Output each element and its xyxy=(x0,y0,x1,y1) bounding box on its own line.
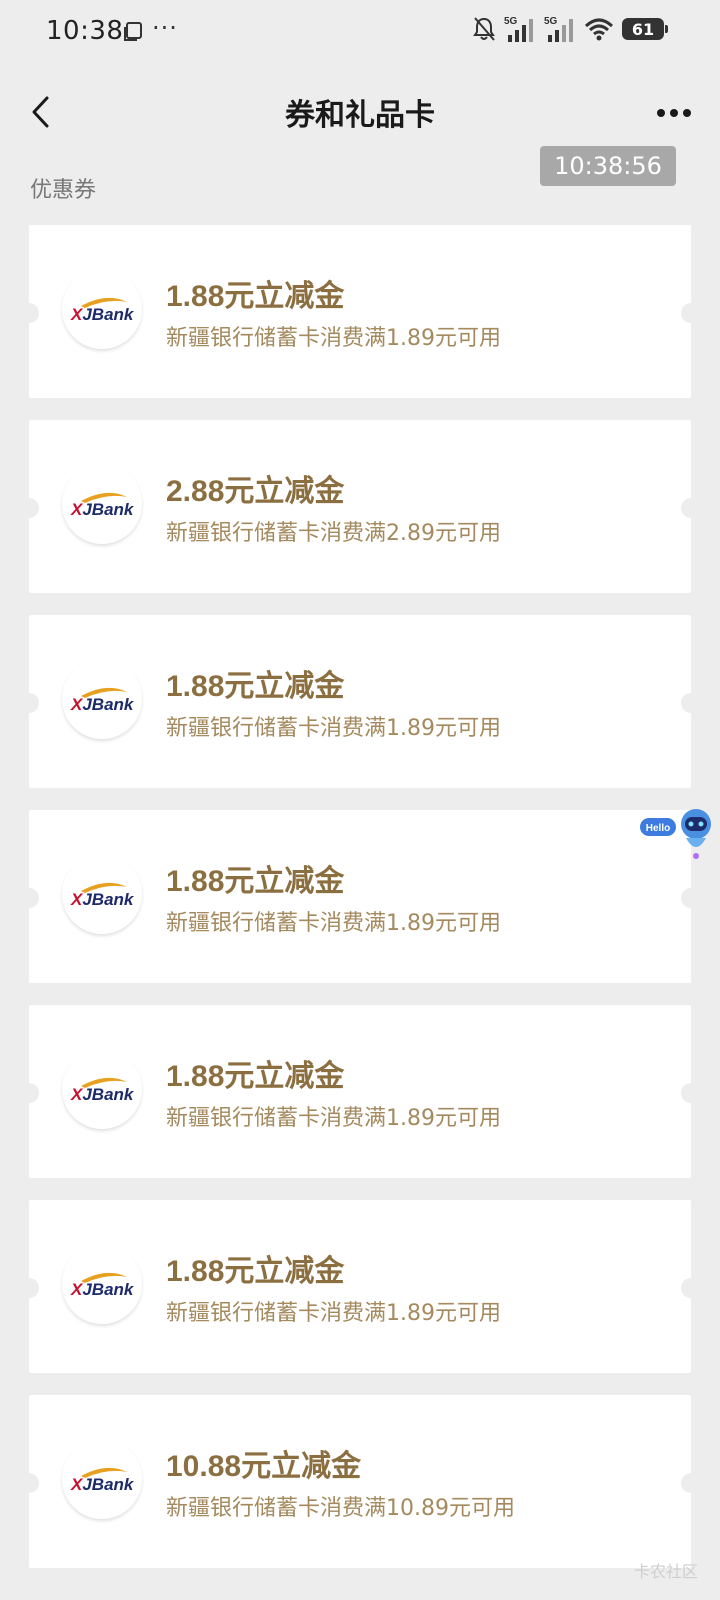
coupon-title: 1.88元立减金 xyxy=(166,670,345,703)
network-label: 5G xyxy=(544,16,558,27)
status-time: 10:38 xyxy=(46,16,124,46)
assistant-bubble-text: Hello xyxy=(646,823,670,834)
xjbank-logo-icon: XJBank xyxy=(70,297,135,324)
ticket-notch xyxy=(19,303,39,323)
xjbank-logo-icon: XJBank xyxy=(70,687,135,714)
xjbank-logo-icon: XJBank xyxy=(70,492,135,519)
timestamp-badge: 10:38:56 xyxy=(540,146,676,186)
more-button[interactable] xyxy=(654,98,694,128)
copy-icon xyxy=(124,22,142,41)
svg-text:XJBank: XJBank xyxy=(70,695,135,714)
status-indicators: 5G 5G 61 xyxy=(472,14,668,44)
ticket-notch xyxy=(19,498,39,518)
signal-bars-icon: 5G xyxy=(504,16,533,42)
status-bar: 10:38 ··· 5G 5G 61 xyxy=(0,0,720,62)
bank-logo: XJBank xyxy=(62,1049,142,1129)
svg-text:XJBank: XJBank xyxy=(70,305,135,324)
coupon-card[interactable]: XJBank 2.88元立减金 新疆银行储蓄卡消费满2.89元可用 xyxy=(19,420,701,593)
ticket-notch xyxy=(681,1278,701,1298)
coupon-description: 新疆银行储蓄卡消费满1.89元可用 xyxy=(166,326,501,351)
svg-text:XJBank: XJBank xyxy=(70,890,135,909)
ticket-notch xyxy=(681,888,701,908)
ticket-notch xyxy=(19,693,39,713)
signal-bars-icon: 5G xyxy=(544,16,573,42)
svg-text:XJBank: XJBank xyxy=(70,1085,135,1104)
xjbank-logo-icon: XJBank xyxy=(70,1077,135,1104)
ticket-notch xyxy=(19,1083,39,1103)
bank-logo: XJBank xyxy=(62,1439,142,1519)
ticket-notch xyxy=(19,1278,39,1298)
xjbank-logo-icon: XJBank xyxy=(70,1467,135,1494)
bank-logo: XJBank xyxy=(62,659,142,739)
ticket-notch xyxy=(681,1473,701,1493)
navigation-bar: 券和礼品卡 xyxy=(0,72,720,152)
xjbank-logo-icon: XJBank xyxy=(70,1272,135,1299)
ticket-notch xyxy=(19,1473,39,1493)
coupon-description: 新疆银行储蓄卡消费满1.89元可用 xyxy=(166,1301,501,1326)
coupon-description: 新疆银行储蓄卡消费满2.89元可用 xyxy=(166,521,501,546)
coupon-card[interactable]: XJBank 1.88元立减金 新疆银行储蓄卡消费满1.89元可用 xyxy=(19,615,701,788)
ticket-notch xyxy=(681,498,701,518)
ticket-notch xyxy=(681,1083,701,1103)
battery-indicator: 61 xyxy=(622,18,668,40)
ticket-notch xyxy=(681,303,701,323)
watermark: 卡农社区 xyxy=(633,1562,698,1581)
coupon-description: 新疆银行储蓄卡消费满1.89元可用 xyxy=(166,716,501,741)
coupon-title: 1.88元立减金 xyxy=(166,1255,345,1288)
coupon-description: 新疆银行储蓄卡消费满1.89元可用 xyxy=(166,1106,501,1131)
bank-logo: XJBank xyxy=(62,464,142,544)
status-more-dots: ··· xyxy=(152,14,178,42)
svg-text:XJBank: XJBank xyxy=(70,1475,135,1494)
page-title: 券和礼品卡 xyxy=(285,98,435,133)
assistant-floating-button[interactable]: Hello xyxy=(640,808,716,864)
more-dots-icon xyxy=(657,109,691,117)
coupon-title: 2.88元立减金 xyxy=(166,475,345,508)
ticket-notch xyxy=(19,888,39,908)
xjbank-logo-icon: XJBank xyxy=(70,882,135,909)
bank-logo: XJBank xyxy=(62,854,142,934)
coupon-description: 新疆银行储蓄卡消费满1.89元可用 xyxy=(166,911,501,936)
wifi-icon xyxy=(584,18,614,41)
section-title-coupons: 优惠券 xyxy=(30,178,97,203)
coupon-card[interactable]: XJBank 1.88元立减金 新疆银行储蓄卡消费满1.89元可用 xyxy=(19,225,701,398)
coupon-title: 10.88元立减金 xyxy=(166,1450,362,1483)
coupon-title: 1.88元立减金 xyxy=(166,280,345,313)
coupon-title: 1.88元立减金 xyxy=(166,1060,345,1093)
svg-text:XJBank: XJBank xyxy=(70,500,135,519)
coupon-list: XJBank 1.88元立减金 新疆银行储蓄卡消费满1.89元可用 XJBank… xyxy=(19,225,701,1590)
coupon-card[interactable]: XJBank 1.88元立减金 新疆银行储蓄卡消费满1.89元可用 xyxy=(19,810,701,983)
svg-text:XJBank: XJBank xyxy=(70,1280,135,1299)
coupon-description: 新疆银行储蓄卡消费满10.89元可用 xyxy=(166,1496,515,1521)
coupon-title: 1.88元立减金 xyxy=(166,865,345,898)
coupon-card[interactable]: XJBank 10.88元立减金 新疆银行储蓄卡消费满10.89元可用 xyxy=(19,1395,701,1568)
robot-icon: Hello xyxy=(640,809,711,859)
bank-logo: XJBank xyxy=(62,1244,142,1324)
bell-off-icon xyxy=(473,17,495,41)
coupon-card[interactable]: XJBank 1.88元立减金 新疆银行储蓄卡消费满1.89元可用 xyxy=(19,1005,701,1178)
coupon-card[interactable]: XJBank 1.88元立减金 新疆银行储蓄卡消费满1.89元可用 xyxy=(19,1200,701,1373)
ticket-notch xyxy=(681,693,701,713)
battery-level: 61 xyxy=(631,19,655,39)
bank-logo: XJBank xyxy=(62,269,142,349)
network-label: 5G xyxy=(504,16,518,27)
